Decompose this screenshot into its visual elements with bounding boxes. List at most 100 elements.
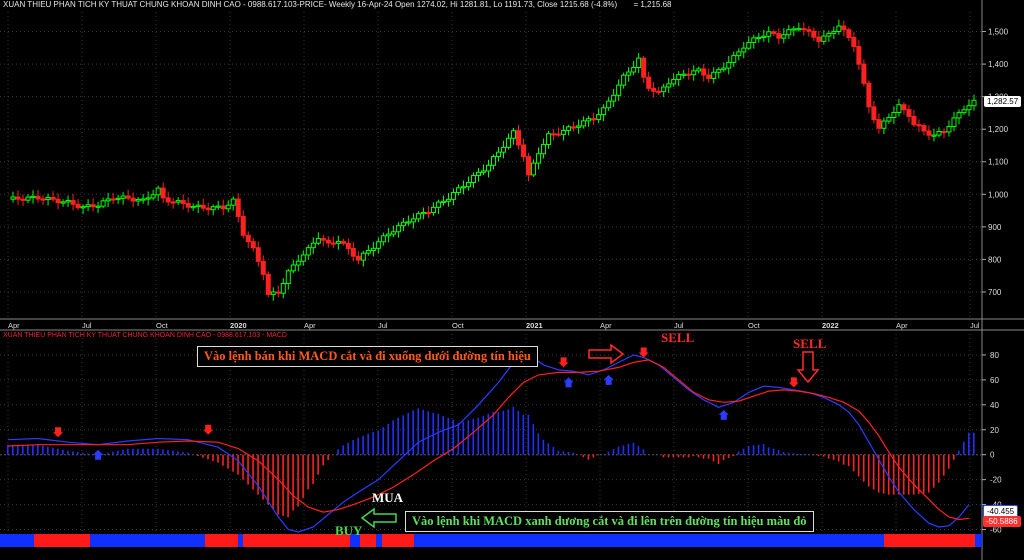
candle-body	[105, 198, 111, 202]
histogram-bar	[77, 452, 79, 455]
candle-body	[921, 125, 927, 132]
candle-body	[330, 242, 336, 245]
candle-body	[511, 130, 517, 139]
candle-body	[796, 28, 802, 31]
histogram-bar	[867, 454, 870, 487]
candle-body	[165, 197, 171, 203]
histogram-bar	[202, 454, 204, 458]
histogram-bar	[902, 454, 905, 495]
histogram-bar	[752, 445, 755, 455]
candle-body	[686, 73, 692, 76]
histogram-bar	[757, 444, 760, 455]
candle-body	[601, 107, 607, 116]
candle-body	[135, 199, 141, 202]
candle-body	[706, 74, 712, 79]
candle-body	[726, 61, 732, 69]
sell-arrow	[53, 427, 64, 438]
histogram-bar	[667, 454, 670, 458]
histogram-bar	[392, 420, 394, 455]
histogram-bar	[627, 444, 630, 455]
histogram-bar	[772, 448, 775, 455]
candle-body	[806, 29, 812, 32]
candle-body	[956, 112, 962, 119]
candle-body	[180, 200, 186, 204]
histogram-bar	[117, 450, 119, 455]
histogram-bar	[973, 432, 975, 455]
y-tick-label: 800	[988, 255, 1002, 264]
candle-body	[926, 130, 932, 136]
histogram-bar	[82, 452, 84, 455]
buy-arrow	[603, 374, 614, 385]
histogram-bar	[372, 431, 374, 455]
y-tick-label: 0	[990, 451, 995, 460]
histogram-bar	[817, 454, 820, 457]
candle-body	[290, 264, 296, 272]
x-tick-label: Jul	[674, 321, 684, 330]
histogram-bar	[162, 449, 164, 455]
buy-label: BUY	[335, 523, 363, 538]
y-tick-label: 900	[988, 223, 1002, 232]
candle-body	[791, 28, 797, 31]
candle-body	[801, 28, 807, 31]
candle-body	[475, 171, 481, 177]
histogram-bar	[617, 446, 620, 455]
histogram-bar	[767, 447, 770, 455]
candle-body	[185, 202, 191, 208]
candle-body	[946, 126, 952, 133]
x-tick-label: Oct	[748, 321, 761, 330]
histogram-bar	[632, 442, 635, 455]
candle-body	[75, 203, 81, 209]
histogram-bar	[882, 454, 885, 494]
histogram-bar	[792, 453, 795, 455]
candle-body	[340, 240, 346, 244]
candle-body	[491, 156, 497, 166]
candle-body	[360, 252, 366, 261]
y-tick-label: 1,500	[988, 28, 1009, 37]
buy-arrow	[718, 409, 729, 420]
histogram-bar	[47, 446, 49, 455]
candle-body	[160, 187, 166, 199]
histogram-bar	[582, 454, 585, 458]
x-tick-label: Jul	[970, 321, 980, 330]
candle-body	[721, 67, 727, 71]
candle-body	[861, 63, 867, 84]
candle-body	[155, 187, 161, 196]
histogram-bar	[927, 454, 930, 493]
y-tick-label: 80	[990, 351, 999, 360]
histogram-bar	[747, 446, 750, 455]
candle-body	[350, 247, 356, 257]
candle-body	[496, 151, 502, 158]
candle-body	[881, 120, 887, 129]
histogram-bar	[572, 452, 575, 455]
candle-body	[215, 205, 221, 208]
histogram-bar	[127, 448, 129, 455]
candle-body	[716, 69, 722, 73]
histogram-bar	[512, 406, 515, 455]
candle-body	[831, 30, 837, 34]
candle-body	[876, 119, 882, 129]
candle-body	[220, 205, 226, 210]
histogram-bar	[307, 454, 309, 490]
candle-body	[110, 198, 116, 201]
histogram-bar	[662, 454, 665, 458]
histogram-bar	[532, 424, 535, 455]
histogram-bar	[872, 454, 875, 490]
signal-strip-segment	[975, 534, 982, 547]
histogram-bar	[682, 454, 685, 458]
candle-body	[480, 170, 486, 173]
candle-body	[911, 115, 917, 126]
candle-body	[641, 57, 647, 78]
candle-body	[516, 130, 522, 146]
histogram-bar	[782, 452, 785, 455]
candle-body	[195, 204, 201, 208]
candle-body	[621, 74, 627, 86]
candle-body	[250, 241, 256, 249]
candle-body	[936, 131, 942, 136]
candle-body	[871, 106, 877, 121]
candle-body	[285, 270, 291, 285]
candle-body	[556, 133, 562, 136]
candle-body	[966, 105, 972, 111]
signal-strip-segment	[90, 534, 205, 547]
histogram-bar	[422, 409, 425, 455]
histogram-bar	[597, 454, 600, 456]
